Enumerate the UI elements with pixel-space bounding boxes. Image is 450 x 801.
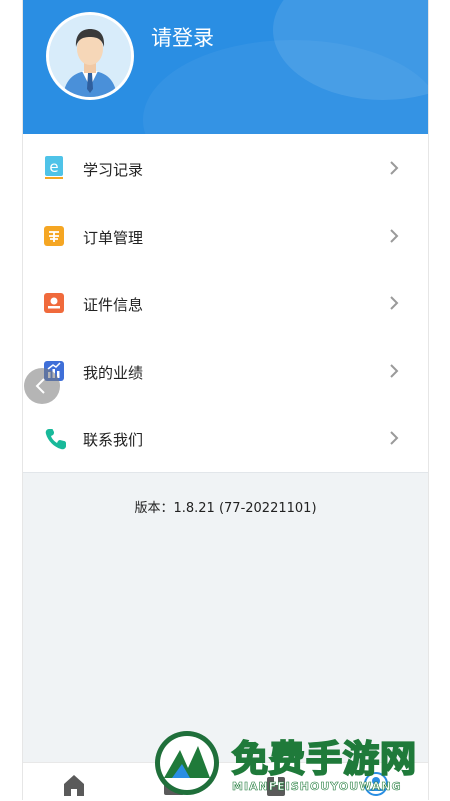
certificate-icon bbox=[43, 291, 65, 315]
login-link[interactable]: 请登录 bbox=[151, 22, 214, 52]
menu-item-orders[interactable]: 订单管理 bbox=[23, 201, 428, 269]
user-avatar-icon bbox=[49, 15, 131, 97]
version-text: 版本：1.8.21 (77-20221101) bbox=[134, 501, 317, 516]
order-icon bbox=[43, 224, 65, 248]
chevron-right-icon bbox=[387, 428, 401, 448]
menu-item-label: 我的业绩 bbox=[83, 363, 144, 382]
chevron-right-icon bbox=[387, 293, 401, 313]
menu-item-contact[interactable]: 联系我们 bbox=[23, 404, 428, 472]
menu-item-label: 订单管理 bbox=[83, 228, 144, 247]
chevron-right-icon bbox=[387, 158, 401, 178]
watermark-logo-icon bbox=[155, 731, 219, 795]
menu-item-label: 证件信息 bbox=[83, 296, 144, 314]
chevron-right-icon bbox=[387, 361, 401, 381]
profile-header: 请登录 bbox=[23, 0, 428, 134]
menu-item-certificates[interactable]: 证件信息 bbox=[23, 269, 428, 337]
svg-text:e: e bbox=[49, 158, 58, 176]
menu-item-label: 学习记录 bbox=[83, 161, 144, 179]
chevron-right-icon bbox=[387, 226, 401, 246]
menu-item-performance[interactable]: 我的业绩 bbox=[23, 336, 428, 404]
home-icon[interactable] bbox=[61, 771, 87, 797]
right-edge bbox=[428, 0, 450, 800]
study-record-icon: e bbox=[43, 156, 65, 180]
watermark-title: 免费手游网 bbox=[231, 738, 418, 781]
phone-icon bbox=[43, 426, 66, 450]
menu-item-study-record[interactable]: e 学习记录 bbox=[23, 134, 428, 202]
avatar[interactable] bbox=[46, 12, 134, 100]
left-edge bbox=[0, 0, 23, 800]
menu-list: e 学习记录 订单管理 证件信息 我的业绩 联系我们 bbox=[23, 134, 428, 472]
watermark: 免费手游网 MIANFEISHOUYOUWANG bbox=[152, 728, 450, 800]
watermark-subtitle: MIANFEISHOUYOUWANG bbox=[232, 780, 402, 794]
app-screen: 请登录 e 学习记录 订单管理 证件信息 我的业绩 联系我们 版本：1.8.21… bbox=[23, 0, 428, 800]
version-area: 版本：1.8.21 (77-20221101) bbox=[23, 472, 428, 762]
back-button[interactable] bbox=[24, 368, 60, 404]
menu-item-label: 联系我们 bbox=[83, 431, 144, 449]
